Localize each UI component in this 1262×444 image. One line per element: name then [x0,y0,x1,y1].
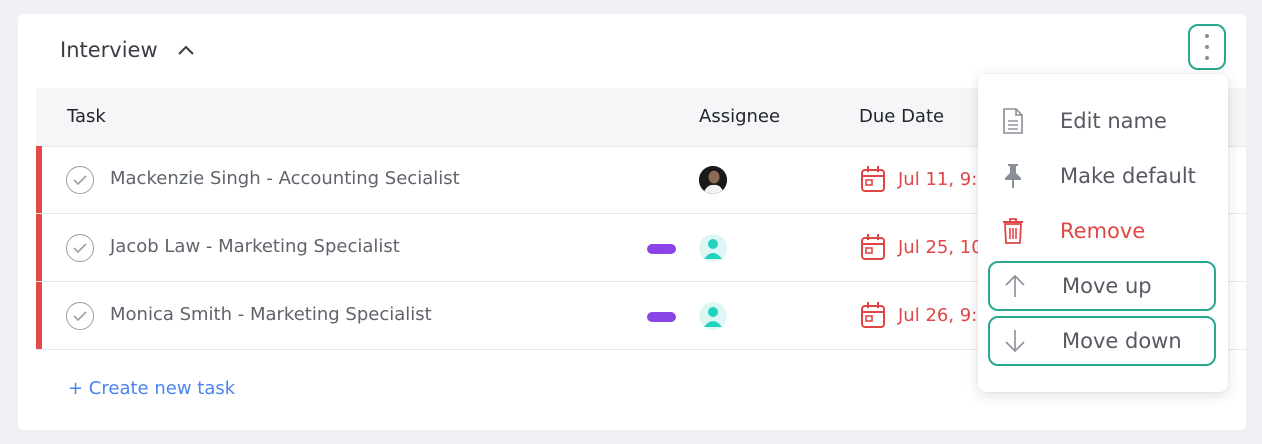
kebab-dot [1205,34,1209,38]
complete-task-check-icon[interactable] [66,166,94,194]
due-date-text: Jul 25, 10 [898,236,983,258]
priority-bar [36,214,42,281]
task-tag[interactable] [647,244,676,254]
header-task: Task [67,106,106,127]
group-header[interactable]: Interview [60,38,196,62]
assignee-avatar[interactable] [699,234,727,262]
task-name[interactable]: Jacob Law - Marketing Specialist [110,236,400,257]
priority-bar [36,282,42,349]
due-date-text: Jul 11, 9:0 [898,168,989,190]
create-new-task-link[interactable]: + Create new task [68,378,235,399]
chevron-up-icon[interactable] [176,40,196,60]
due-date[interactable]: Jul 25, 10 [860,233,983,261]
header-assignee: Assignee [699,106,781,127]
task-name[interactable]: Monica Smith - Marketing Specialist [110,304,432,325]
calendar-icon [861,234,885,260]
menu-item-make-default[interactable]: Make default [988,151,1216,201]
arrow-down-icon [990,328,1040,354]
kebab-dot [1205,45,1209,49]
menu-item-label: Move down [1062,329,1182,353]
arrow-up-icon [990,273,1040,299]
menu-item-remove[interactable]: Remove [988,206,1216,256]
menu-item-move-down[interactable]: Move down [988,316,1216,366]
complete-task-check-icon[interactable] [66,302,94,330]
more-options-button[interactable] [1188,24,1226,70]
calendar-icon [861,302,885,328]
header-due-date: Due Date [859,106,945,127]
menu-item-label: Remove [1060,219,1146,243]
kebab-dot [1205,56,1209,60]
trash-icon [988,218,1038,244]
menu-item-label: Move up [1062,274,1152,298]
complete-task-check-icon[interactable] [66,234,94,262]
menu-item-move-up[interactable]: Move up [988,261,1216,311]
task-tag[interactable] [647,312,676,322]
due-date-text: Jul 26, 9:3 [898,304,989,326]
assignee-avatar[interactable] [699,166,727,194]
menu-item-label: Edit name [1060,109,1167,133]
due-date[interactable]: Jul 26, 9:3 [860,301,989,329]
menu-item-label: Make default [1060,164,1196,188]
menu-item-edit-name[interactable]: Edit name [988,96,1216,146]
pin-icon [988,163,1038,189]
group-title: Interview [60,38,158,62]
document-icon [988,108,1038,134]
calendar-icon [861,166,885,192]
priority-bar [36,146,42,213]
due-date[interactable]: Jul 11, 9:0 [860,165,989,193]
assignee-avatar[interactable] [699,302,727,330]
group-options-menu: Edit name Make default Remove Move up Mo… [978,74,1228,392]
task-name[interactable]: Mackenzie Singh - Accounting Secialist [110,168,460,189]
